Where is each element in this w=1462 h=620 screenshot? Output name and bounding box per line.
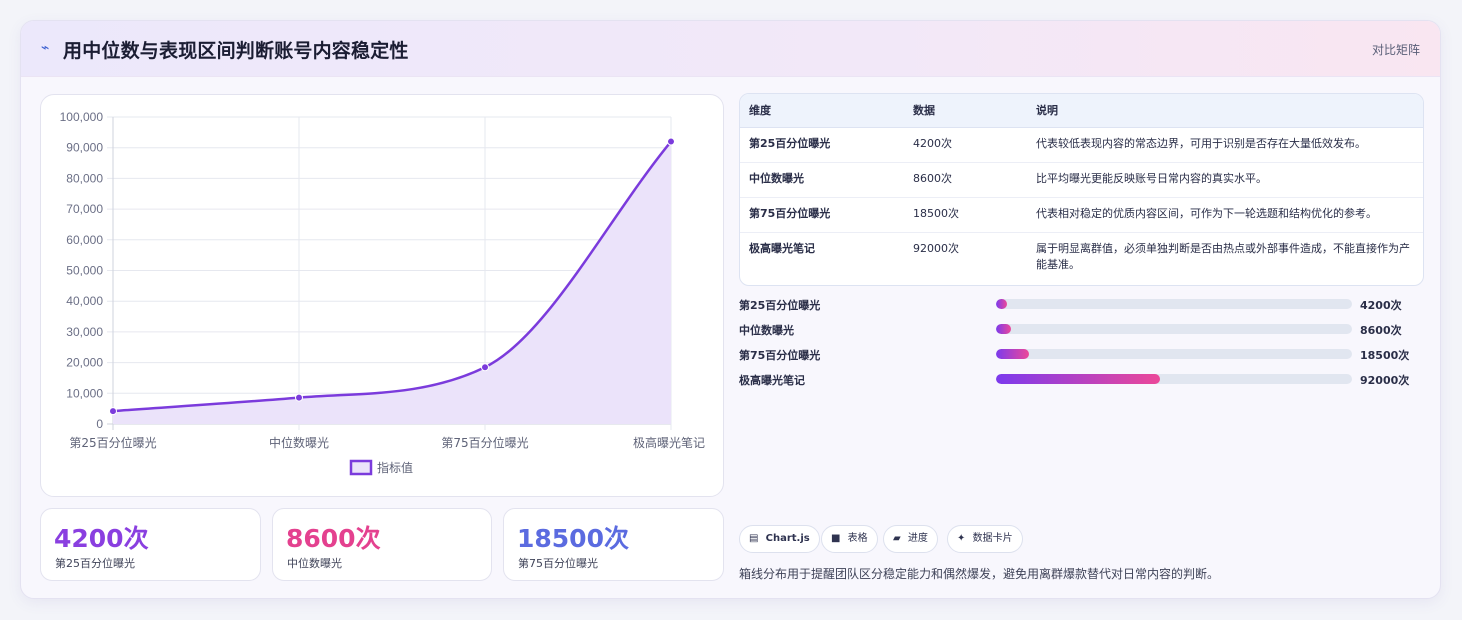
sparkle-icon: ✦ — [957, 533, 966, 544]
y-tick-label: 20,000 — [66, 356, 103, 370]
data-point — [667, 137, 675, 146]
table-header-description: 说明 — [1027, 94, 1423, 128]
data-table: 维度 数据 说明 第25百分位曝光 4200次 代表较低表现内容的常态边界，可用… — [739, 93, 1424, 286]
progress-row: 第75百分位曝光 18500次 — [739, 347, 1419, 372]
table-row: 第25百分位曝光 4200次 代表较低表现内容的常态边界，可用于识别是否存在大量… — [740, 127, 1423, 163]
chip-table[interactable]: ■ 表格 — [821, 525, 878, 553]
table-row: 第75百分位曝光 18500次 代表相对稳定的优质内容区间，可作为下一轮选题和结… — [740, 197, 1423, 233]
y-tick-label: 100,000 — [60, 110, 104, 124]
legend-swatch — [349, 459, 373, 476]
stat-label: 第75百分位曝光 — [518, 557, 598, 570]
footer-note: 箱线分布用于提醒团队区分稳定能力和偶然爆发，避免用离群爆款替代对日常内容的判断。 — [739, 567, 1220, 581]
x-tick-label: 第75百分位曝光 — [441, 435, 528, 450]
y-tick-label: 90,000 — [66, 141, 103, 155]
table-cell-description: 代表相对稳定的优质内容区间，可作为下一轮选题和结构优化的参考。 — [1027, 197, 1423, 233]
stat-card-median: 8600次 中位数曝光 — [272, 508, 492, 581]
y-tick-label: 80,000 — [66, 171, 103, 185]
y-tick-label: 50,000 — [66, 264, 103, 278]
table-cell-description: 代表较低表现内容的常态边界，可用于识别是否存在大量低效发布。 — [1027, 127, 1423, 163]
data-point — [295, 393, 303, 402]
x-tick-label: 极高曝光笔记 — [633, 435, 705, 450]
stat-value: 4200次 — [54, 524, 149, 553]
chip-data-card[interactable]: ✦ 数据卡片 — [947, 525, 1023, 553]
table-cell-data: 8600次 — [904, 162, 1027, 198]
progress-label: 第75百分位曝光 — [739, 349, 821, 362]
chart-panel: 0 10,000 20,000 30,000 40,000 50,000 60,000 70,… — [40, 94, 724, 497]
progress-fill — [996, 299, 1007, 309]
progress-track — [996, 324, 1352, 334]
progress-label: 极高曝光笔记 — [739, 374, 805, 387]
progress-fill — [996, 349, 1029, 359]
chip-progress[interactable]: ▰ 进度 — [883, 525, 938, 553]
y-tick-label: 10,000 — [66, 386, 103, 400]
main-card: ⌁ 用中位数与表现区间判断账号内容稳定性 对比矩阵 0 10,000 20,000 3… — [20, 20, 1441, 599]
y-tick-label: 70,000 — [66, 202, 103, 216]
stat-label: 中位数曝光 — [287, 557, 342, 570]
series-area — [113, 141, 671, 424]
progress-fill — [996, 374, 1160, 384]
progress-list: 第25百分位曝光 4200次 中位数曝光 8600次 第75百分位曝光 1850… — [739, 297, 1419, 397]
table-header-data: 数据 — [904, 94, 1027, 128]
chip-label: 进度 — [907, 533, 928, 544]
stat-value: 8600次 — [286, 524, 381, 553]
progress-row: 中位数曝光 8600次 — [739, 322, 1419, 347]
table-header-dimension: 维度 — [740, 94, 904, 128]
stat-card-p75: 18500次 第75百分位曝光 — [503, 508, 724, 581]
progress-track — [996, 374, 1352, 384]
chip-label: Chart.js — [765, 533, 810, 544]
progress-value: 18500次 — [1360, 349, 1410, 362]
x-tick-label: 第25百分位曝光 — [69, 435, 156, 450]
progress-value: 8600次 — [1360, 324, 1402, 337]
progress-row: 第25百分位曝光 4200次 — [739, 297, 1419, 322]
progress-row: 极高曝光笔记 92000次 — [739, 372, 1419, 397]
table-cell-data: 4200次 — [904, 127, 1027, 163]
progress-label: 中位数曝光 — [739, 324, 794, 337]
table-cell-data: 92000次 — [913, 241, 959, 255]
table-cell-dimension: 极高曝光笔记 — [749, 241, 815, 255]
y-tick-label: 0 — [96, 417, 103, 431]
table-row: 中位数曝光 8600次 比平均曝光更能反映账号日常内容的真实水平。 — [740, 162, 1423, 198]
progress-value: 92000次 — [1360, 374, 1410, 387]
progress-fill — [996, 324, 1012, 334]
comparison-matrix-label: 对比矩阵 — [1371, 43, 1420, 57]
progress-value: 4200次 — [1360, 299, 1402, 312]
stat-card-p25: 4200次 第25百分位曝光 — [40, 508, 261, 581]
line-chart: 0 10,000 20,000 30,000 40,000 50,000 60,000 70,… — [60, 110, 705, 476]
data-point — [481, 363, 489, 372]
progress-icon: ▰ — [893, 533, 901, 544]
table-cell-description: 比平均曝光更能反映账号日常内容的真实水平。 — [1027, 162, 1423, 198]
card-header: ⌁ 用中位数与表现区间判断账号内容稳定性 对比矩阵 — [21, 21, 1440, 77]
table-cell-dimension: 中位数曝光 — [740, 162, 904, 198]
page-title: 用中位数与表现区间判断账号内容稳定性 — [63, 40, 409, 62]
y-tick-label: 60,000 — [66, 233, 103, 247]
legend-label: 指标值 — [377, 460, 413, 475]
progress-track — [996, 349, 1352, 359]
table-icon: ■ — [831, 533, 841, 544]
chip-label: 数据卡片 — [972, 533, 1013, 544]
stat-label: 第25百分位曝光 — [55, 557, 135, 570]
y-tick-label: 30,000 — [66, 325, 103, 339]
table-cell-dimension: 第75百分位曝光 — [740, 197, 904, 233]
chip-chartjs[interactable]: ▤ Chart.js — [739, 525, 820, 553]
zigzag-icon: ⌁ — [41, 40, 50, 56]
chip-label: 表格 — [847, 533, 868, 544]
table-cell-data: 18500次 — [904, 197, 1027, 233]
table-cell-description: 属于明显离群值，必须单独判断是否由热点或外部事件造成，不能直接作为产能基准。 — [1036, 241, 1410, 271]
progress-label: 第25百分位曝光 — [739, 299, 821, 312]
table-row: 极高曝光笔记 92000次 属于明显离群值，必须单独判断是否由热点或外部事件造成… — [740, 232, 1423, 285]
data-point — [109, 407, 117, 416]
progress-track — [996, 299, 1352, 309]
chart-icon: ▤ — [749, 533, 759, 544]
x-tick-label: 中位数曝光 — [269, 435, 329, 450]
stat-value: 18500次 — [517, 524, 629, 553]
table-cell-dimension: 第25百分位曝光 — [740, 127, 904, 163]
y-tick-label: 40,000 — [66, 294, 103, 308]
